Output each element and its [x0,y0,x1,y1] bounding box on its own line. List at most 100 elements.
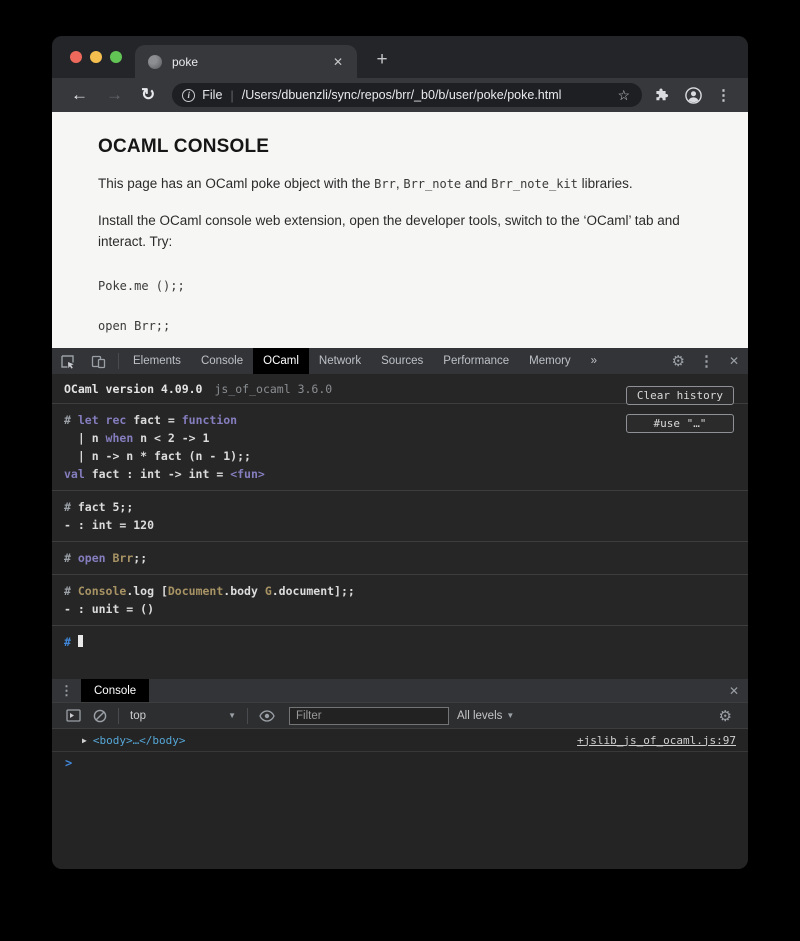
console-sidebar-icon[interactable] [60,709,87,722]
tab-sources[interactable]: Sources [371,348,433,374]
tab-network[interactable]: Network [309,348,371,374]
drawer-tab-console[interactable]: Console [81,679,149,702]
text-segment: <fun> [230,467,265,481]
text-segment: val [64,467,85,481]
tab-console[interactable]: Console [191,348,253,374]
address-bar[interactable]: i File | /Users/dbuenzli/sync/repos/brr/… [172,83,642,107]
ocaml-repl-panel: OCaml version 4.09.0 js_of_ocaml 3.6.0 C… [52,374,748,679]
clear-history-button[interactable]: Clear history [626,386,734,405]
inspect-element-icon[interactable] [52,348,83,374]
bookmark-star-icon[interactable]: ☆ [615,87,632,104]
text-segment: fact : int -> int = [85,467,230,481]
console-log-row: ▶ <body>…</body> +jslib_js_of_ocaml.js:9… [52,729,748,752]
ocaml-version-label: OCaml version 4.09.0 [64,382,202,396]
new-tab-button[interactable]: + [369,47,395,73]
drawer-menu-icon[interactable]: ⋮ [52,679,81,702]
url-divider: | [230,88,233,103]
console-toolbar: top ▼ All levels ▼ ⚙ [52,703,748,729]
repl-entry: # Console.log [Document.body G.document]… [52,575,748,626]
text-segment: ;; [133,551,147,565]
browser-toolbar: ← → ↻ i File | /Users/dbuenzli/sync/repo… [52,78,748,112]
text-segment: # [64,584,78,598]
text-segment: - : unit = () [64,602,154,616]
reload-icon[interactable]: ↻ [132,85,164,105]
text-segment: .body [223,584,265,598]
logged-dom-node[interactable]: <body>…</body> [93,734,186,747]
log-source-link[interactable]: +jslib_js_of_ocaml.js:97 [577,734,736,747]
console-prompt-chevron: > [65,756,72,770]
tab-title: poke [172,55,329,69]
tab-elements[interactable]: Elements [123,348,191,374]
tab-close-icon[interactable]: ✕ [329,53,347,71]
url-scheme-label: File [202,88,222,102]
text-segment: when [106,431,134,445]
repl-prompt[interactable]: # [52,626,748,658]
text-segment: Brr_note_kit [491,177,578,191]
text-segment: # [64,413,78,427]
text-segment: let rec [78,413,126,427]
text-segment [106,551,113,565]
page-info-icon[interactable]: i [182,89,195,102]
context-selector[interactable]: top ▼ [124,710,242,722]
devtools-tabbar: Elements Console OCaml Network Sources P… [52,348,748,374]
text-segment: | n -> n * fact (n - 1);; [64,449,251,463]
devtools-settings-gear-icon[interactable]: ⚙ [663,352,692,370]
text-segment: G [265,584,272,598]
minimize-window-button[interactable] [90,51,102,63]
url-text[interactable]: /Users/dbuenzli/sync/repos/brr/_b0/b/use… [242,88,616,102]
profile-avatar-icon[interactable] [678,87,709,104]
browser-tab[interactable]: poke ✕ [135,45,357,78]
back-icon[interactable]: ← [62,85,97,105]
toolbar-right: ⋮ [648,86,738,104]
code-sample: open Brr;; [98,319,702,333]
tab-strip: poke ✕ + [52,36,748,78]
tab-memory[interactable]: Memory [519,348,581,374]
log-levels-value: All levels [457,710,502,722]
text-segment: function [182,413,237,427]
clear-console-icon[interactable] [87,709,113,723]
maximize-window-button[interactable] [110,51,122,63]
devtools-menu-icon[interactable]: ⋮ [693,352,720,370]
code-sample: Poke.me ();; [98,279,702,293]
console-messages: ▶ <body>…</body> +jslib_js_of_ocaml.js:9… [52,729,748,869]
text-segment: This page has an OCaml poke object with … [98,176,374,191]
install-paragraph: Install the OCaml console web extension,… [98,211,702,253]
devtools-close-icon[interactable]: ✕ [720,354,748,368]
text-segment: Brr [374,177,396,191]
text-segment: # [64,500,78,514]
chevron-down-icon: ▼ [506,711,514,720]
browser-menu-icon[interactable]: ⋮ [709,86,738,104]
intro-paragraph: This page has an OCaml poke object with … [98,174,702,195]
device-toolbar-icon[interactable] [83,348,114,374]
text-segment: # [64,635,78,649]
drawer-close-icon[interactable]: ✕ [720,684,748,698]
repl-buttons: Clear history #use "…" [626,386,734,433]
filter-input[interactable] [289,707,449,725]
jsoo-version-label: js_of_ocaml 3.6.0 [214,382,332,396]
tab-performance[interactable]: Performance [433,348,519,374]
more-tabs-chevron[interactable]: » [581,348,607,374]
text-cursor [78,635,83,647]
text-segment: fact = [126,413,181,427]
text-segment: .document];; [272,584,355,598]
forward-icon[interactable]: → [97,85,132,105]
console-settings-gear-icon[interactable]: ⚙ [711,707,740,725]
text-segment: Brr [113,551,134,565]
expand-triangle-icon[interactable]: ▶ [82,736,87,745]
page-title: OCAML CONSOLE [98,136,702,158]
devtools-controls: ⚙ ⋮ ✕ [654,348,748,374]
repl-entry: # fact 5;; - : int = 120 [52,491,748,542]
tab-favicon-icon [148,55,162,69]
close-window-button[interactable] [70,51,82,63]
repl-entry: # open Brr;; [52,542,748,575]
console-prompt-row[interactable]: > [52,752,748,773]
text-segment: fact 5;; [78,500,133,514]
tab-ocaml[interactable]: OCaml [253,348,309,374]
text-segment: | n [64,431,106,445]
text-segment: # [64,551,78,565]
live-expression-eye-icon[interactable] [253,710,281,722]
extensions-puzzle-icon[interactable] [648,87,678,103]
text-segment: n < 2 -> 1 [133,431,209,445]
log-levels-dropdown[interactable]: All levels ▼ [457,710,514,722]
use-file-button[interactable]: #use "…" [626,414,734,433]
